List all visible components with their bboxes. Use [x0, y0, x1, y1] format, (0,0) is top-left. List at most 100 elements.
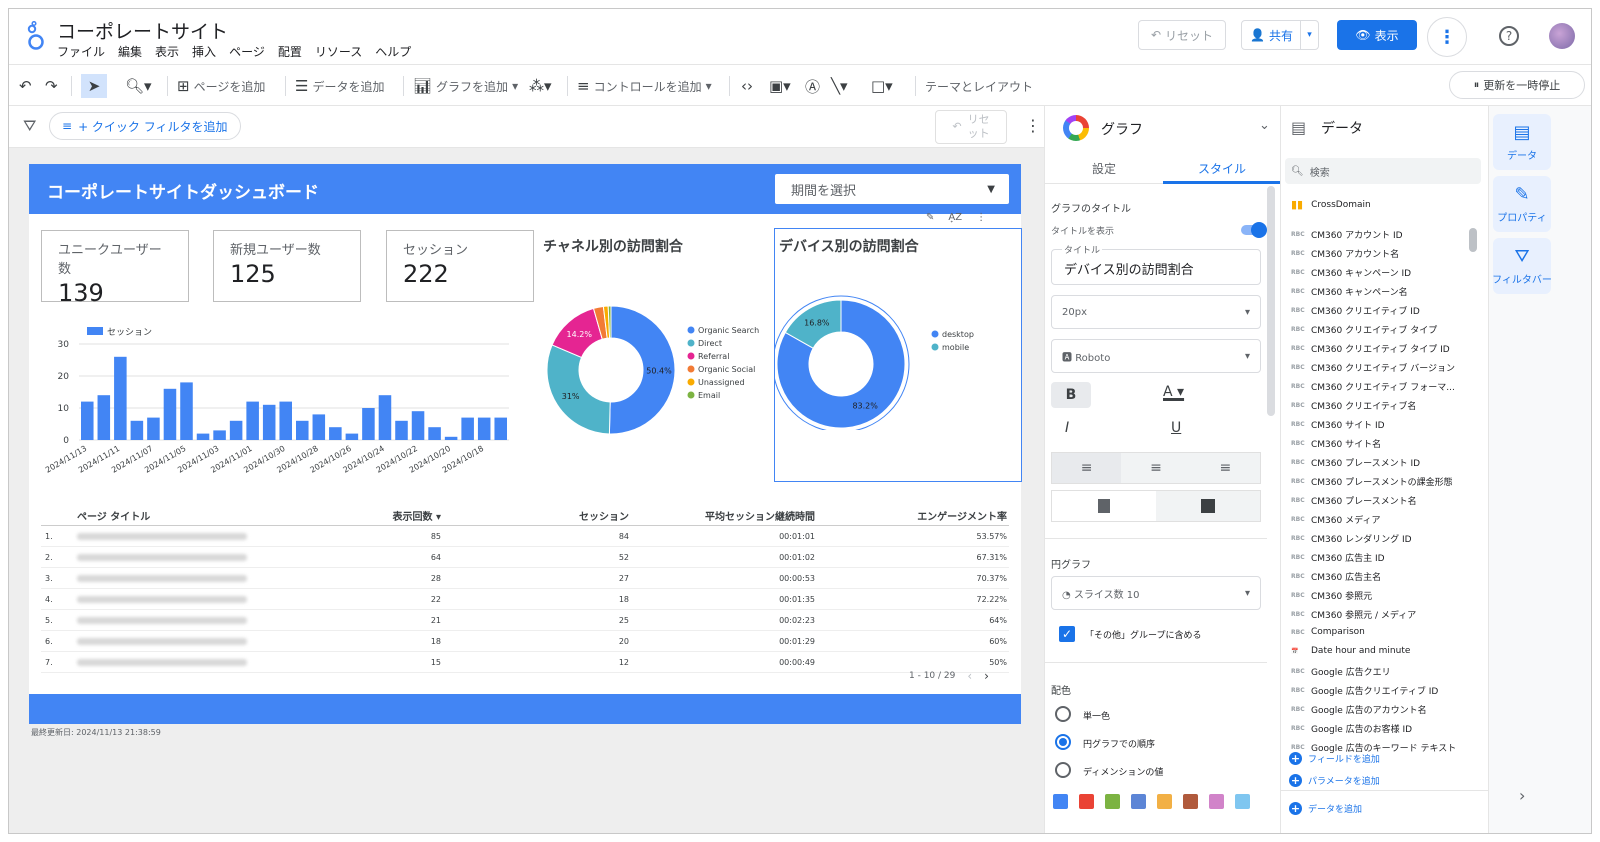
table-header-engagement[interactable]: エンゲージメント率	[815, 508, 1007, 523]
sort-az-icon[interactable]: A͎Z	[948, 212, 962, 223]
table-header-views[interactable]: 表示回数 ▾	[377, 508, 441, 523]
field-item[interactable]: RBC Google 広告クリエイティブ ID	[1291, 684, 1477, 697]
redo-icon[interactable]: ↷	[45, 74, 58, 98]
color-swatch[interactable]	[1235, 794, 1250, 809]
align-left-icon[interactable]: ≡	[1052, 453, 1122, 483]
pause-updates-button[interactable]: ⏸ 更新を一時停止	[1449, 71, 1585, 99]
kpi-unique-users[interactable]: ユニークユーザー数 139	[41, 230, 189, 307]
rail-filter-button[interactable]: ⛛ フィルタバー	[1493, 238, 1551, 294]
shape-icon[interactable]: □▾	[871, 74, 893, 98]
line-icon[interactable]: ╲▾	[831, 74, 848, 98]
field-item[interactable]: 📅 Date hour and minute	[1291, 646, 1477, 656]
add-data-button[interactable]: ☰ データを追加	[295, 74, 384, 98]
field-item[interactable]: RBC CM360 クリエイティブ バージョン	[1291, 361, 1477, 374]
field-item[interactable]: RBC CM360 サイト名	[1291, 437, 1477, 450]
embed-code-icon[interactable]: ‹›	[741, 74, 753, 98]
add-chart-button[interactable]: 📊︎ グラフを追加 ▾	[413, 74, 518, 98]
table-row[interactable]: 2. 64 52 00:01:02 67.31%	[41, 547, 1009, 568]
help-icon[interactable]: ?	[1499, 26, 1519, 46]
channel-donut-chart[interactable]: 50.4% 31% 14.2% Organic Search Direct Referra…	[539, 294, 769, 444]
report-title[interactable]: コーポレートサイトダッシュボード	[47, 178, 319, 203]
device-donut-chart[interactable]: 83.2% 16.8% desktop mobile	[775, 290, 1021, 430]
align-right-icon[interactable]: ≡	[1191, 453, 1260, 483]
field-item[interactable]: RBC CM360 クリエイティブ フォーマ...	[1291, 380, 1477, 393]
next-page-icon[interactable]: ›	[984, 669, 989, 683]
field-item[interactable]: RBC CM360 クリエイティブ タイプ	[1291, 323, 1477, 336]
radio-single-color[interactable]	[1055, 706, 1071, 722]
field-item[interactable]: RBC CM360 プレースメントの課金形態	[1291, 475, 1477, 488]
add-field-button[interactable]: + フィールドを追加	[1289, 752, 1380, 765]
text-box-icon[interactable]: Ⓐ	[805, 74, 820, 98]
panel-scrollbar[interactable]	[1267, 186, 1275, 416]
chevron-right-icon[interactable]: ›	[1519, 786, 1525, 805]
field-item[interactable]: RBC CM360 参照元	[1291, 589, 1477, 602]
chart-title-field[interactable]: タイトル デバイス別の訪問割合	[1051, 243, 1261, 285]
field-search-input[interactable]: 🔍︎ 検索	[1285, 158, 1481, 184]
tab-setup[interactable]: 設定	[1045, 160, 1163, 177]
add-page-button[interactable]: ⊞ ページを追加	[177, 74, 265, 98]
color-swatch[interactable]	[1079, 794, 1094, 809]
field-item[interactable]: RBC CM360 アカウント名	[1291, 247, 1477, 260]
table-row[interactable]: 1. 85 84 00:01:01 53.57%	[41, 526, 1009, 547]
reset-button[interactable]: ↶ リセット	[1138, 20, 1226, 50]
edit-pencil-icon[interactable]: ✎	[926, 212, 934, 223]
show-title-toggle[interactable]	[1241, 222, 1267, 238]
table-header-sessions[interactable]: セッション	[441, 508, 629, 523]
color-swatch[interactable]	[1209, 794, 1224, 809]
italic-icon[interactable]: I	[1065, 420, 1069, 436]
field-item[interactable]: RBC Google 広告のアカウント名	[1291, 703, 1477, 716]
rail-properties-button[interactable]: ✎ プロパティ	[1493, 176, 1551, 232]
field-item[interactable]: RBC CM360 アカウント ID	[1291, 228, 1477, 241]
share-dropdown-button[interactable]: ▾	[1300, 21, 1318, 49]
field-item[interactable]: RBC CM360 サイト ID	[1291, 418, 1477, 431]
field-item[interactable]: RBC CM360 参照元 / メディア	[1291, 608, 1477, 621]
table-header-page-title[interactable]: ページ タイトル	[77, 508, 377, 523]
table-header-avg-duration[interactable]: 平均セッション継続時間	[629, 508, 815, 523]
quick-filter-button[interactable]: ≡ + クイック フィルタを追加	[49, 112, 241, 140]
radio-pie-order[interactable]	[1055, 734, 1071, 750]
report-name[interactable]: コーポレートサイト	[57, 17, 228, 44]
underline-icon[interactable]: U	[1171, 420, 1181, 436]
menu-file[interactable]: ファイル	[57, 43, 105, 60]
tab-style[interactable]: スタイル	[1163, 160, 1281, 177]
color-swatch[interactable]	[1131, 794, 1146, 809]
sessions-bar-chart[interactable]: セッション30201002024/11/132024/11/112024/11/…	[39, 324, 529, 494]
avatar[interactable]	[1549, 23, 1575, 49]
menu-edit[interactable]: 編集	[118, 43, 142, 60]
field-item[interactable]: RBC CM360 クリエイティブ タイプ ID	[1291, 342, 1477, 355]
menu-view[interactable]: 表示	[155, 43, 179, 60]
field-item[interactable]: RBC CM360 広告主 ID	[1291, 551, 1477, 564]
filter-reset-button[interactable]: ↶ リセ ット	[935, 110, 1007, 144]
menu-resource[interactable]: リソース	[315, 43, 362, 60]
field-item[interactable]: RBC CM360 プレースメント ID	[1291, 456, 1477, 469]
dark-background-icon[interactable]	[1156, 491, 1260, 521]
field-item[interactable]: RBC CM360 キャンペーン名	[1291, 285, 1477, 298]
bold-icon[interactable]: B	[1051, 382, 1091, 408]
color-swatch[interactable]	[1105, 794, 1120, 809]
menu-page[interactable]: ページ	[229, 43, 265, 60]
zoom-icon[interactable]: 🔍︎▾	[125, 74, 152, 98]
prev-page-icon[interactable]: ‹	[967, 669, 972, 683]
donut-chart-type-icon[interactable]	[1063, 115, 1089, 141]
field-item[interactable]: RBC CM360 クリエイティブ名	[1291, 399, 1477, 412]
table-row[interactable]: 6. 18 20 00:01:29 60%	[41, 631, 1009, 652]
field-item[interactable]: RBC Google 広告クエリ	[1291, 665, 1477, 678]
table-row[interactable]: 4. 22 18 00:01:35 72.22%	[41, 589, 1009, 610]
view-button[interactable]: 👁 表示	[1337, 20, 1417, 50]
looker-studio-logo-icon[interactable]	[23, 21, 49, 51]
rail-data-button[interactable]: ▤ データ	[1493, 114, 1551, 170]
slice-count-select[interactable]: ◔ スライス数 10 ▾	[1051, 576, 1261, 610]
field-item[interactable]: RBC CM360 広告主名	[1291, 570, 1477, 583]
filterbar-more-icon[interactable]: ⋮	[1025, 116, 1041, 135]
color-swatch[interactable]	[1053, 794, 1068, 809]
filter-icon[interactable]: ⛛	[23, 116, 36, 136]
share-button[interactable]: 👤 共有 ▾	[1241, 20, 1319, 50]
table-row[interactable]: 5. 21 25 00:02:23 64%	[41, 610, 1009, 631]
font-size-select[interactable]: 20px ▾	[1051, 295, 1261, 329]
theme-layout-button[interactable]: テーマとレイアウト	[925, 74, 1033, 98]
table-row[interactable]: 7. 15 12 00:00:49 50%	[41, 652, 1009, 673]
kpi-sessions[interactable]: セッション 222	[386, 230, 534, 302]
community-viz-icon[interactable]: ⁂▾	[529, 74, 552, 98]
chart-more-icon[interactable]: ⋮	[976, 212, 986, 223]
undo-icon[interactable]: ↶	[19, 74, 32, 98]
